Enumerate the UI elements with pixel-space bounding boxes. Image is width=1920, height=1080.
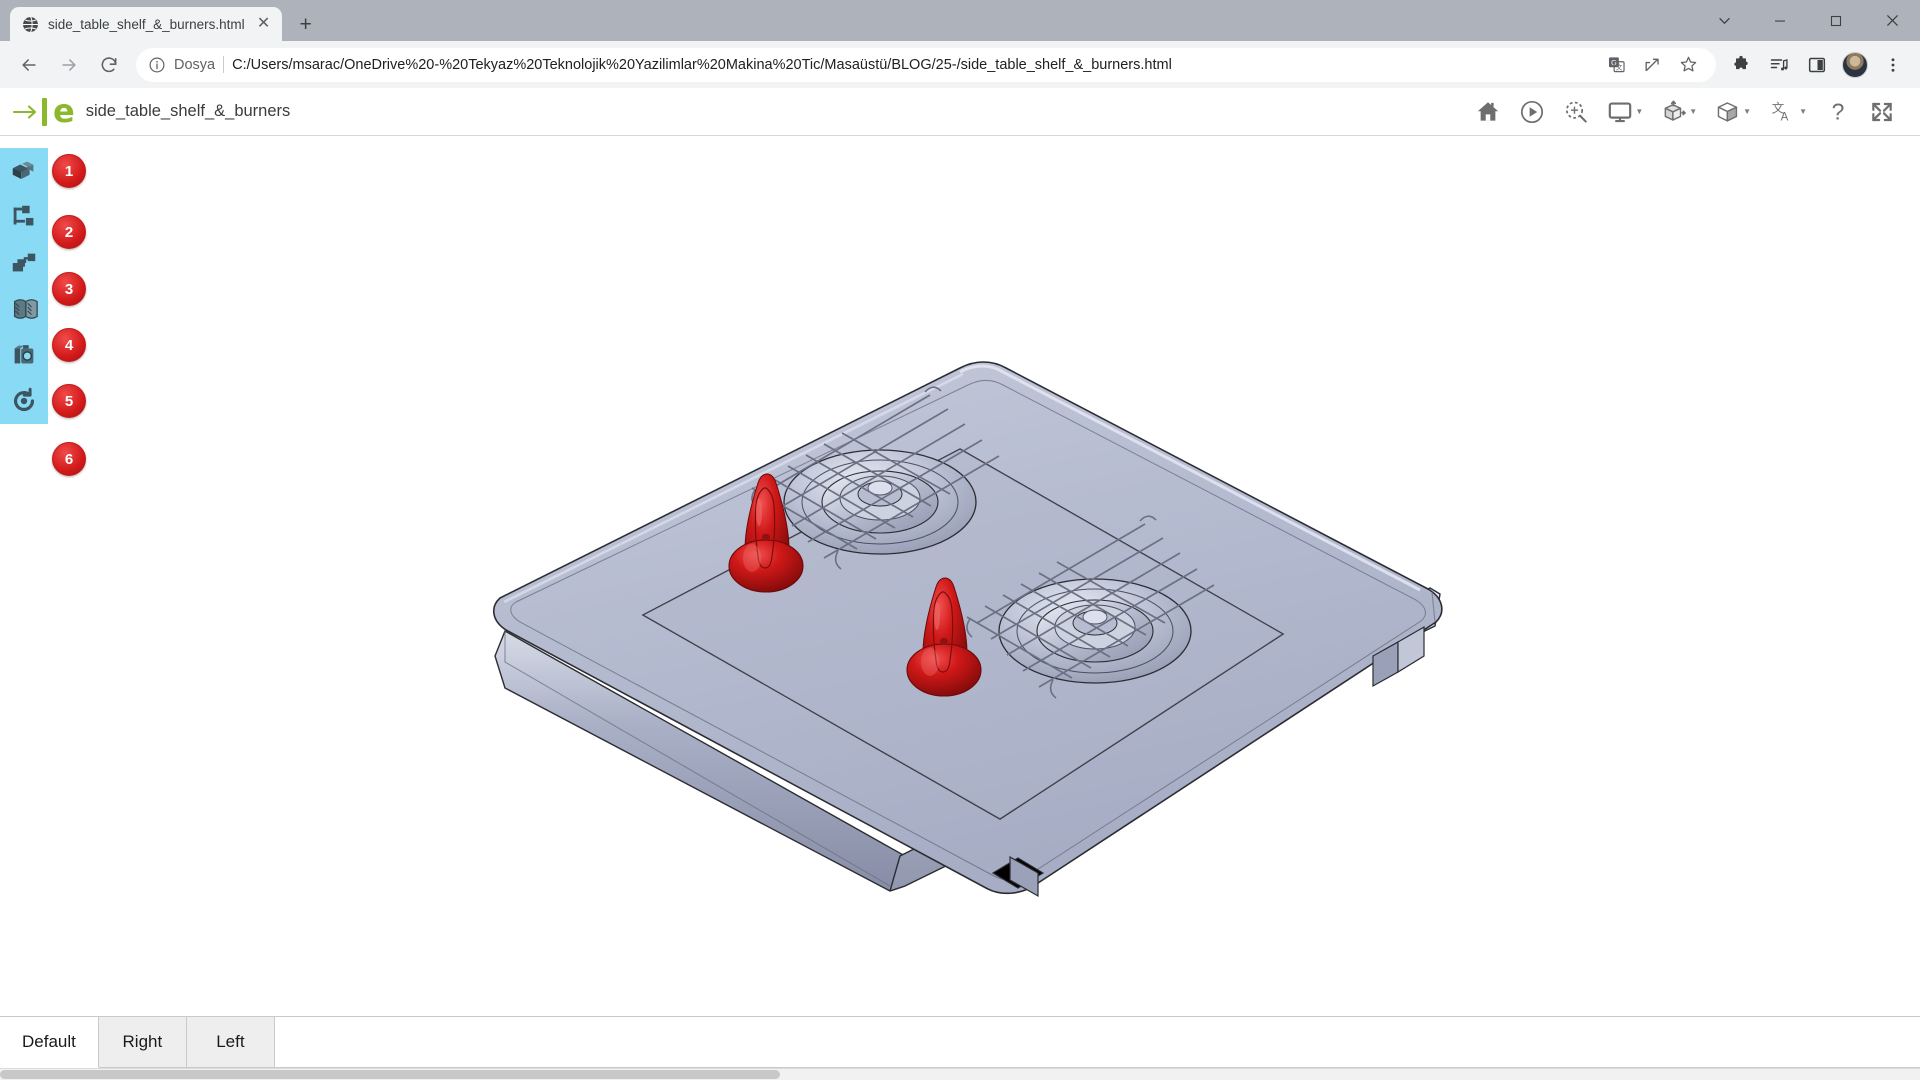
new-tab-button[interactable]: + xyxy=(291,9,321,39)
section-icon[interactable] xyxy=(7,292,41,326)
url-input[interactable]: C:/Users/msarac/OneDrive%20-%20Tekyaz%20… xyxy=(232,57,1594,73)
app-header: e side_table_shelf_&_burners ▼ ▼ ▼ 文 A ▼… xyxy=(0,88,1920,136)
browser-tab-title: side_table_shelf_&_burners.html xyxy=(48,16,245,32)
divider xyxy=(223,56,225,73)
app-toolbar: ▼ ▼ ▼ 文 A ▼ ? xyxy=(1468,92,1902,132)
badge-3: 3 xyxy=(52,272,86,306)
logo-letter: e xyxy=(53,91,75,130)
fullscreen-icon[interactable] xyxy=(1862,92,1902,132)
translate-language-icon[interactable]: 文 A ▼ xyxy=(1762,92,1814,132)
edrawings-app: e side_table_shelf_&_burners ▼ ▼ ▼ 文 A ▼… xyxy=(0,88,1920,1080)
badge-1: 1 xyxy=(52,154,86,188)
assembly-tree-icon[interactable] xyxy=(7,200,41,234)
share-icon[interactable] xyxy=(1638,51,1666,79)
tab-default[interactable]: Default xyxy=(0,1017,99,1068)
window-controls xyxy=(1696,0,1920,41)
tab-right[interactable]: Right xyxy=(98,1017,187,1068)
display-icon[interactable]: ▼ xyxy=(1600,92,1650,132)
reading-list-icon[interactable] xyxy=(1762,48,1796,82)
model-viewport[interactable]: 1 2 3 4 5 6 xyxy=(0,136,1920,1016)
tabs-filler xyxy=(274,1017,1920,1068)
components-icon[interactable] xyxy=(7,154,41,188)
scrollbar-thumb[interactable] xyxy=(0,1070,780,1079)
cad-model[interactable] xyxy=(0,136,1920,976)
info-circle-icon[interactable] xyxy=(148,56,166,74)
star-icon[interactable] xyxy=(1674,51,1702,79)
back-button[interactable] xyxy=(10,46,48,84)
reset-view-icon[interactable] xyxy=(7,384,41,418)
play-icon[interactable] xyxy=(1512,92,1552,132)
chrome-menu-icon[interactable] xyxy=(1876,48,1910,82)
translate-icon[interactable]: G 文 xyxy=(1602,51,1630,79)
badge-2: 2 xyxy=(52,215,86,249)
browser-extension-icons xyxy=(1724,48,1910,82)
badge-6: 6 xyxy=(52,442,86,476)
avatar[interactable] xyxy=(1838,48,1872,82)
zoom-to-fit-icon[interactable] xyxy=(1556,92,1596,132)
close-icon[interactable]: ✕ xyxy=(254,14,274,34)
minimize-button[interactable] xyxy=(1752,0,1808,41)
logo-divider xyxy=(42,97,47,126)
measure-icon[interactable] xyxy=(7,338,41,372)
badge-4: 4 xyxy=(52,328,86,362)
close-window-button[interactable] xyxy=(1864,0,1920,41)
maximize-button[interactable] xyxy=(1808,0,1864,41)
chevron-down-icon[interactable]: ▼ xyxy=(1799,107,1807,116)
badge-5: 5 xyxy=(52,384,86,418)
markup-icon[interactable] xyxy=(7,246,41,280)
tab-left[interactable]: Left xyxy=(186,1017,275,1068)
browser-window: side_table_shelf_&_burners.html ✕ + Dosy… xyxy=(0,0,1920,1080)
globe-icon xyxy=(22,16,39,33)
svg-text:?: ? xyxy=(1832,99,1845,125)
svg-text:文: 文 xyxy=(1615,62,1622,71)
arrow-icon xyxy=(12,100,42,124)
sidebar-rail xyxy=(0,148,48,424)
profile-avatar xyxy=(1842,51,1868,78)
browser-tab[interactable]: side_table_shelf_&_burners.html ✕ xyxy=(10,7,282,41)
explode-cube-icon[interactable]: ▼ xyxy=(1654,92,1704,132)
extensions-icon[interactable] xyxy=(1724,48,1758,82)
page-title: side_table_shelf_&_burners xyxy=(85,102,291,120)
svg-text:A: A xyxy=(1781,111,1789,123)
chevron-down-icon[interactable]: ▼ xyxy=(1689,107,1697,116)
restore-down-icon[interactable] xyxy=(1696,0,1752,41)
horizontal-scrollbar[interactable] xyxy=(0,1068,1920,1080)
shaded-cube-icon[interactable]: ▼ xyxy=(1708,92,1758,132)
browser-toolbar: Dosya C:/Users/msarac/OneDrive%20-%20Tek… xyxy=(0,41,1920,88)
side-panel-icon[interactable] xyxy=(1800,48,1834,82)
browser-tabstrip: side_table_shelf_&_burners.html ✕ + xyxy=(0,0,1920,41)
chevron-down-icon[interactable]: ▼ xyxy=(1635,107,1643,116)
home-icon[interactable] xyxy=(1468,92,1508,132)
help-icon[interactable]: ? xyxy=(1818,92,1858,132)
edrawings-logo: e xyxy=(12,91,86,130)
model-body xyxy=(493,361,1443,898)
configuration-tabs: Default Right Left xyxy=(0,1016,1920,1068)
chevron-down-icon[interactable]: ▼ xyxy=(1743,107,1751,116)
address-bar[interactable]: Dosya C:/Users/msarac/OneDrive%20-%20Tek… xyxy=(136,47,1716,82)
url-scheme-label: Dosya xyxy=(174,56,216,73)
forward-button[interactable] xyxy=(50,46,88,84)
reload-button[interactable] xyxy=(90,46,128,84)
